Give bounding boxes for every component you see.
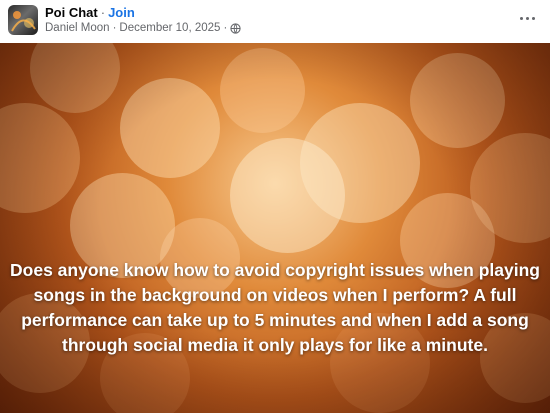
meta-separator-2: · — [223, 22, 228, 34]
globe-icon — [230, 22, 241, 34]
author-name[interactable]: Daniel Moon — [45, 22, 110, 34]
group-avatar[interactable] — [8, 5, 38, 35]
post-date[interactable]: December 10, 2025 — [119, 22, 220, 34]
post-image[interactable]: Does anyone know how to avoid copyright … — [0, 43, 550, 413]
join-link[interactable]: Join — [108, 5, 135, 20]
meta-separator: · — [112, 22, 117, 34]
title-separator: · — [100, 5, 106, 20]
post-caption: Does anyone know how to avoid copyright … — [10, 260, 540, 355]
post-meta: Daniel Moon · December 10, 2025 · — [45, 22, 241, 34]
post-header: Poi Chat · Join Daniel Moon · December 10,… — [0, 0, 550, 42]
title-line: Poi Chat · Join — [45, 5, 135, 20]
group-name[interactable]: Poi Chat — [45, 5, 98, 20]
more-options-icon[interactable] — [514, 8, 540, 28]
post-card: Poi Chat · Join Daniel Moon · December 10,… — [0, 0, 550, 413]
